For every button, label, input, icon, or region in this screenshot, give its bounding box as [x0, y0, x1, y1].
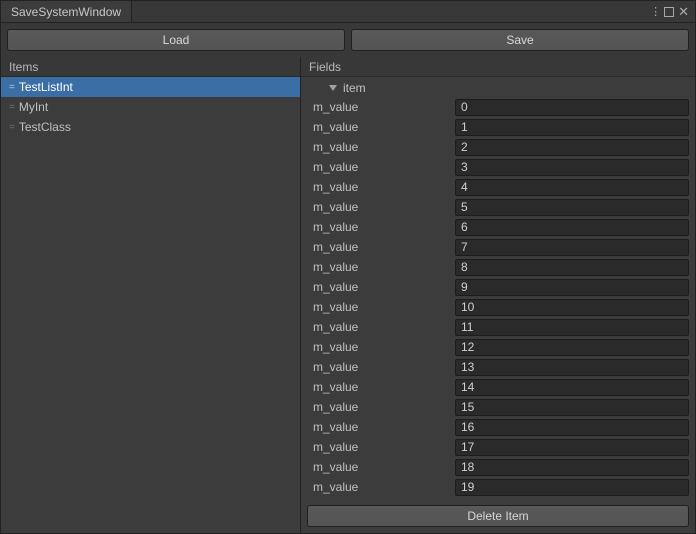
field-input[interactable] [455, 119, 689, 136]
drag-handle-icon[interactable]: = [9, 102, 13, 113]
save-button[interactable]: Save [351, 29, 689, 51]
field-input[interactable] [455, 479, 689, 496]
toolbar: Load Save [1, 23, 695, 57]
field-input[interactable] [455, 279, 689, 296]
field-row: m_value [307, 117, 689, 137]
window-tab[interactable]: SaveSystemWindow [1, 1, 132, 22]
list-item[interactable]: = TestListInt [1, 77, 300, 97]
field-row: m_value [307, 317, 689, 337]
field-row: m_value [307, 477, 689, 497]
field-label: m_value [307, 260, 449, 274]
field-label: m_value [307, 480, 449, 494]
window-title: SaveSystemWindow [11, 5, 121, 19]
field-input[interactable] [455, 179, 689, 196]
drag-handle-icon[interactable]: = [9, 122, 13, 133]
field-label: m_value [307, 240, 449, 254]
field-label: m_value [307, 120, 449, 134]
field-label: m_value [307, 100, 449, 114]
list-item-label: TestListInt [19, 80, 73, 94]
list-item[interactable]: = MyInt [1, 97, 300, 117]
chevron-down-icon [329, 85, 337, 91]
main-body: Items = TestListInt = MyInt = TestClass Field… [1, 57, 695, 533]
field-row: m_value [307, 197, 689, 217]
field-input[interactable] [455, 219, 689, 236]
field-label: m_value [307, 360, 449, 374]
field-input[interactable] [455, 159, 689, 176]
delete-item-label: Delete Item [467, 509, 528, 523]
load-button-label: Load [163, 33, 190, 47]
field-input[interactable] [455, 339, 689, 356]
field-label: m_value [307, 440, 449, 454]
items-panel: Items = TestListInt = MyInt = TestClass [1, 57, 301, 533]
save-system-window: SaveSystemWindow ⋮ ✕ Load Save Items = Te… [0, 0, 696, 534]
foldout-label: item [343, 81, 366, 95]
field-row: m_value [307, 257, 689, 277]
field-row: m_value [307, 277, 689, 297]
delete-item-button[interactable]: Delete Item [307, 505, 689, 527]
fields-body: item m_valuem_valuem_valuem_valuem_value… [301, 77, 695, 501]
field-row: m_value [307, 237, 689, 257]
field-label: m_value [307, 160, 449, 174]
field-row: m_value [307, 97, 689, 117]
field-input[interactable] [455, 379, 689, 396]
field-row: m_value [307, 377, 689, 397]
load-button[interactable]: Load [7, 29, 345, 51]
field-input[interactable] [455, 359, 689, 376]
field-label: m_value [307, 340, 449, 354]
titlebar-controls: ⋮ ✕ [644, 1, 695, 22]
drag-handle-icon[interactable]: = [9, 82, 13, 93]
field-input[interactable] [455, 459, 689, 476]
field-label: m_value [307, 180, 449, 194]
field-row: m_value [307, 457, 689, 477]
field-input[interactable] [455, 439, 689, 456]
maximize-icon[interactable] [664, 7, 674, 17]
fields-panel: Fields item m_valuem_valuem_valuem_value… [301, 57, 695, 533]
field-label: m_value [307, 420, 449, 434]
items-header: Items [1, 57, 300, 77]
field-label: m_value [307, 140, 449, 154]
field-row: m_value [307, 437, 689, 457]
save-button-label: Save [506, 33, 533, 47]
field-label: m_value [307, 200, 449, 214]
field-label: m_value [307, 300, 449, 314]
item-foldout[interactable]: item [307, 79, 689, 97]
field-input[interactable] [455, 299, 689, 316]
field-row: m_value [307, 297, 689, 317]
field-input[interactable] [455, 319, 689, 336]
list-item-label: TestClass [19, 120, 71, 134]
titlebar: SaveSystemWindow ⋮ ✕ [1, 1, 695, 23]
field-input[interactable] [455, 139, 689, 156]
field-row: m_value [307, 337, 689, 357]
field-row: m_value [307, 137, 689, 157]
field-row: m_value [307, 157, 689, 177]
fields-header: Fields [301, 57, 695, 77]
fields-list: m_value m_value m_value m_value m_value m_val… [307, 97, 689, 497]
field-input[interactable] [455, 199, 689, 216]
field-input[interactable] [455, 259, 689, 276]
field-input[interactable] [455, 399, 689, 416]
field-row: m_value [307, 217, 689, 237]
field-input[interactable] [455, 99, 689, 116]
list-item-label: MyInt [19, 100, 48, 114]
field-row: m_value [307, 417, 689, 437]
field-input[interactable] [455, 239, 689, 256]
field-label: m_value [307, 460, 449, 474]
field-row: m_value [307, 397, 689, 417]
field-label: m_value [307, 400, 449, 414]
field-label: m_value [307, 320, 449, 334]
close-icon[interactable]: ✕ [678, 7, 689, 17]
field-label: m_value [307, 380, 449, 394]
field-row: m_value [307, 357, 689, 377]
items-list: = TestListInt = MyInt = TestClass [1, 77, 300, 533]
field-row: m_value [307, 177, 689, 197]
field-label: m_value [307, 220, 449, 234]
field-label: m_value [307, 280, 449, 294]
field-input[interactable] [455, 419, 689, 436]
list-item[interactable]: = TestClass [1, 117, 300, 137]
kebab-menu-icon[interactable]: ⋮ [650, 5, 660, 18]
